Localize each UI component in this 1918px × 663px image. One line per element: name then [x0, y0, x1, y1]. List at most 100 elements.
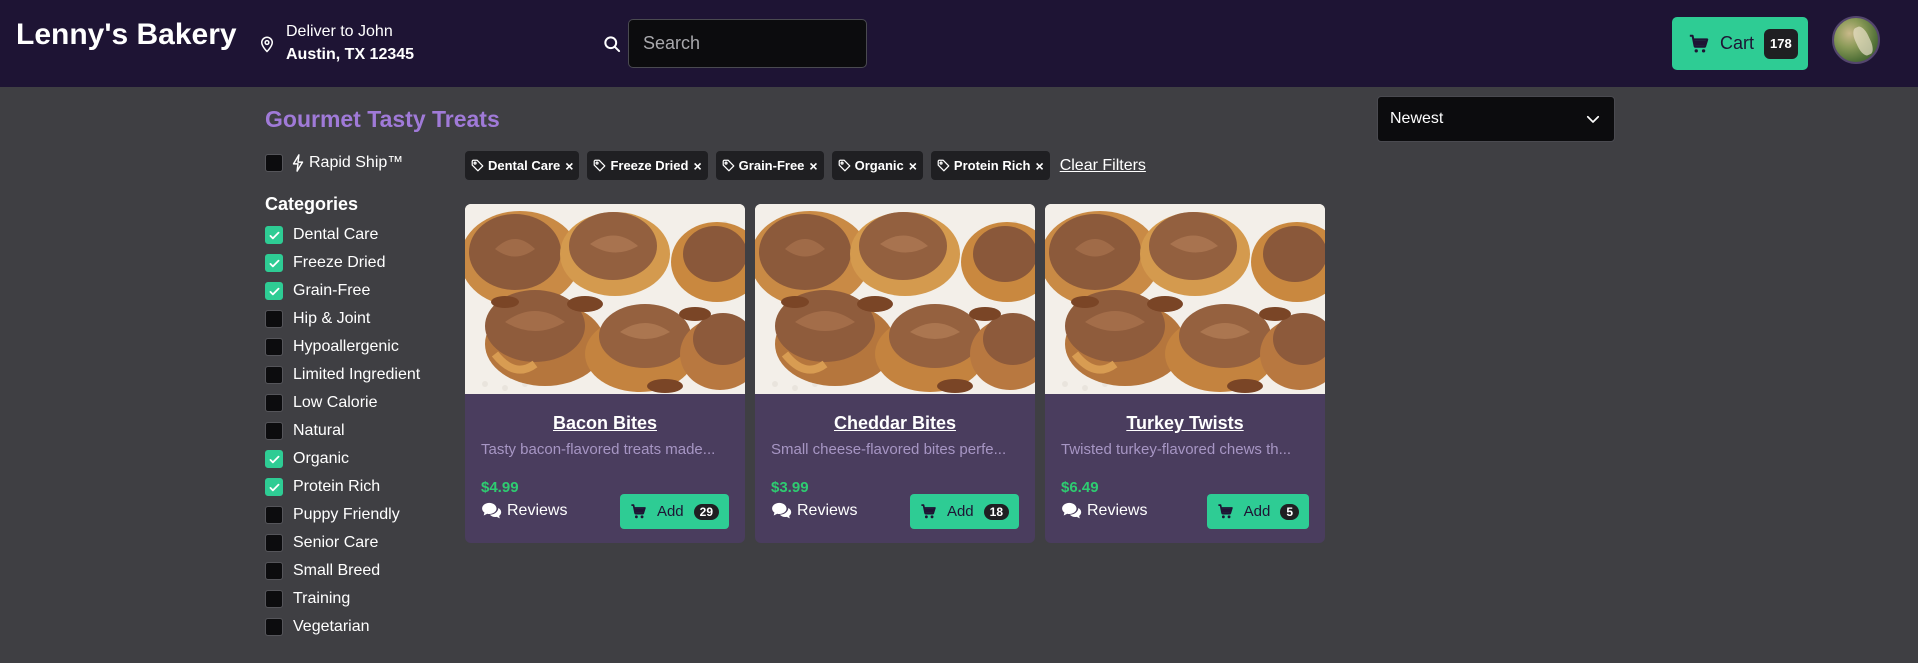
category-checkbox[interactable] [265, 422, 283, 440]
category-checkbox[interactable] [265, 450, 283, 468]
category-label: Organic [293, 450, 350, 467]
category-checkbox[interactable] [265, 506, 283, 524]
product-price: $4.99 [481, 479, 519, 496]
add-to-cart-button[interactable]: Add 18 [909, 494, 1019, 529]
category-item[interactable]: Hip & Joint [265, 305, 420, 333]
category-item[interactable]: Low Calorie [265, 389, 420, 417]
rapid-ship-checkbox[interactable] [265, 154, 283, 172]
product-name-link[interactable]: Cheddar Bites [755, 413, 1035, 434]
filter-chip[interactable]: Dental Care × [465, 151, 580, 180]
tag-icon [838, 159, 850, 172]
category-label: Hip & Joint [293, 310, 371, 327]
category-checkbox[interactable] [265, 366, 283, 384]
category-checkbox[interactable] [265, 534, 283, 552]
remove-filter-icon[interactable]: × [693, 158, 701, 174]
category-item[interactable]: Dental Care [265, 221, 420, 249]
category-label: Small Breed [293, 562, 381, 579]
active-filters: Dental Care × Freeze Dried × Grain-Free × Orga… [465, 151, 1146, 180]
category-item[interactable]: Training [265, 585, 420, 613]
filter-chip[interactable]: Organic × [831, 151, 923, 180]
product-name-link[interactable]: Turkey Twists [1045, 413, 1325, 434]
add-to-cart-button[interactable]: Add 5 [1206, 494, 1309, 529]
search-input[interactable] [628, 19, 867, 68]
category-item[interactable]: Puppy Friendly [265, 501, 420, 529]
filter-chip[interactable]: Freeze Dried × [587, 151, 708, 180]
category-checkbox[interactable] [265, 310, 283, 328]
reviews-link[interactable]: Reviews [481, 502, 567, 520]
category-checkbox[interactable] [265, 618, 283, 636]
filter-chip-label: Dental Care [488, 158, 561, 173]
tag-icon [937, 159, 950, 172]
category-item[interactable]: Freeze Dried [265, 249, 420, 277]
product-image[interactable] [465, 204, 745, 394]
filter-chip[interactable]: Grain-Free × [715, 151, 824, 180]
product-price: $3.99 [771, 479, 809, 496]
checkmark-icon [269, 483, 279, 491]
remove-filter-icon[interactable]: × [809, 158, 817, 174]
category-checkbox[interactable] [265, 562, 283, 580]
add-label: Add [656, 503, 684, 520]
category-item[interactable]: Protein Rich [265, 473, 420, 501]
filter-chip[interactable]: Protein Rich × [930, 151, 1050, 180]
product-name-link[interactable]: Bacon Bites [465, 413, 745, 434]
add-count-badge: 5 [1280, 503, 1299, 520]
cart-icon [1689, 34, 1709, 53]
tag-icon [471, 159, 484, 172]
cart-icon [1218, 504, 1233, 519]
category-item[interactable]: Small Breed [265, 557, 420, 585]
brand-logo[interactable]: Lenny's Bakery [16, 18, 237, 52]
filter-chip-label: Freeze Dried [610, 158, 689, 173]
category-item[interactable]: Hypoallergenic [265, 333, 420, 361]
product-description: Tasty bacon-flavored treats made... [481, 441, 716, 458]
product-price: $6.49 [1061, 479, 1099, 496]
category-item[interactable]: Senior Care [265, 529, 420, 557]
category-checkbox[interactable] [265, 590, 283, 608]
categories-heading: Categories [265, 194, 359, 214]
top-header: Lenny's Bakery Deliver to John Austin, T… [0, 0, 1918, 87]
category-checkbox[interactable] [265, 282, 283, 300]
category-item[interactable]: Grain-Free [265, 277, 420, 305]
category-checkbox[interactable] [265, 226, 283, 244]
category-label: Vegetarian [293, 618, 370, 635]
category-item[interactable]: Natural [265, 417, 420, 445]
map-pin-icon [260, 36, 274, 53]
rapid-ship-filter[interactable]: Rapid Ship™ [265, 154, 403, 172]
category-label: Limited Ingredient [293, 366, 421, 383]
category-checkbox[interactable] [265, 254, 283, 272]
category-label: Hypoallergenic [293, 338, 399, 355]
category-checkbox[interactable] [265, 338, 283, 356]
filter-chip-label: Grain-Free [738, 158, 805, 173]
search-icon[interactable] [602, 34, 622, 54]
add-count-badge: 29 [693, 503, 719, 520]
reviews-link[interactable]: Reviews [771, 502, 857, 520]
category-label: Low Calorie [293, 394, 378, 411]
rapid-ship-label: Rapid Ship™ [309, 154, 404, 171]
category-checkbox[interactable] [265, 478, 283, 496]
category-item[interactable]: Organic [265, 445, 420, 473]
sort-select[interactable]: Newest [1377, 96, 1615, 142]
category-checkbox[interactable] [265, 394, 283, 412]
filter-chip-label: Organic [854, 158, 904, 173]
remove-filter-icon[interactable]: × [1036, 158, 1044, 174]
reviews-label: Reviews [797, 502, 858, 519]
remove-filter-icon[interactable]: × [565, 158, 573, 174]
remove-filter-icon[interactable]: × [909, 158, 917, 174]
category-label: Training [293, 590, 351, 607]
page-title: Gourmet Tasty Treats [265, 106, 500, 132]
category-item[interactable]: Vegetarian [265, 613, 420, 641]
product-card: Bacon Bites Tasty bacon-flavored treats m… [465, 204, 745, 543]
add-to-cart-button[interactable]: Add 29 [619, 494, 729, 529]
filter-chip-label: Protein Rich [953, 158, 1031, 173]
product-image[interactable] [755, 204, 1035, 394]
user-avatar[interactable] [1832, 16, 1880, 64]
clear-filters-link[interactable]: Clear Filters [1060, 157, 1146, 175]
chat-bubbles-icon [1062, 502, 1082, 519]
product-card: Cheddar Bites Small cheese-flavored bites… [755, 204, 1035, 543]
product-image[interactable] [1045, 204, 1325, 394]
deliver-to-label: Deliver to John [286, 23, 393, 40]
reviews-link[interactable]: Reviews [1061, 502, 1147, 520]
delivery-location[interactable]: Deliver to John Austin, TX 12345 [258, 20, 414, 66]
cart-button[interactable]: Cart 178 [1672, 17, 1808, 70]
cart-icon [631, 504, 646, 519]
category-item[interactable]: Limited Ingredient [265, 361, 420, 389]
